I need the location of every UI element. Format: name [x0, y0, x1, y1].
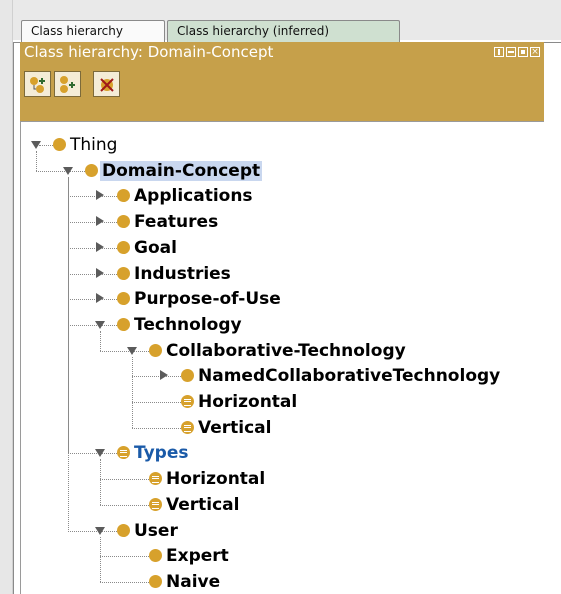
- expanded-toggle-icon[interactable]: [31, 141, 41, 149]
- class-icon: [117, 215, 130, 229]
- collapsed-toggle-icon[interactable]: [96, 241, 104, 252]
- class-icon: [53, 138, 66, 151]
- add-sibling-button[interactable]: [54, 71, 81, 97]
- left-frame-strip: [0, 0, 13, 594]
- class-icon: [117, 240, 130, 254]
- tree-node-label[interactable]: Thing: [70, 135, 117, 155]
- tree-node-label[interactable]: Goal: [134, 238, 177, 258]
- class-icon: [85, 163, 98, 177]
- add-subclass-icon: [30, 77, 45, 93]
- tree-node[interactable]: Types: [21, 441, 541, 465]
- tab-strip: Class hierarchy Class hierarchy (inferre…: [13, 0, 561, 42]
- class-icon: [117, 523, 130, 537]
- collapsed-toggle-icon[interactable]: [96, 293, 104, 304]
- delete-class-icon: [100, 78, 114, 92]
- tree-node-label[interactable]: Applications: [134, 186, 253, 206]
- tree-node-label[interactable]: User: [134, 521, 178, 541]
- tree-node[interactable]: Applications: [21, 184, 541, 208]
- tree-node[interactable]: Vertical: [21, 416, 541, 440]
- class-icon: [149, 343, 162, 357]
- tree-node[interactable]: Technology: [21, 313, 541, 337]
- class-icon: [149, 574, 162, 588]
- view-controls: ×: [494, 47, 540, 58]
- class-tree[interactable]: Thing Domain-Concept Applications Features G…: [20, 121, 544, 594]
- tree-node[interactable]: Naive: [21, 570, 541, 594]
- tree-node[interactable]: Industries: [21, 262, 541, 286]
- add-subclass-button[interactable]: [24, 71, 51, 97]
- tree-node[interactable]: Domain-Concept: [21, 159, 541, 183]
- defined-class-icon: [181, 395, 194, 408]
- tree-node[interactable]: NamedCollaborativeTechnology: [21, 364, 541, 388]
- tree-node-label[interactable]: Horizontal: [166, 469, 265, 489]
- defined-class-icon: [149, 472, 162, 486]
- view-title: Class hierarchy: Domain-Concept: [24, 43, 274, 61]
- class-toolbar: [20, 63, 544, 121]
- collapsed-toggle-icon[interactable]: [96, 190, 104, 201]
- tree-node[interactable]: Goal: [21, 236, 541, 260]
- tab-class-hierarchy[interactable]: Class hierarchy: [21, 20, 165, 42]
- tree-node-label[interactable]: Technology: [134, 315, 242, 335]
- tree-node[interactable]: Horizontal: [21, 467, 541, 491]
- tree-node[interactable]: Horizontal: [21, 390, 541, 414]
- expanded-toggle-icon[interactable]: [95, 320, 105, 329]
- expanded-toggle-icon[interactable]: [127, 346, 137, 355]
- minimize-icon[interactable]: [506, 47, 516, 57]
- tree-node-label[interactable]: NamedCollaborativeTechnology: [198, 366, 500, 386]
- tree-node-label[interactable]: Naive: [166, 572, 220, 592]
- tree-node-label[interactable]: Collaborative-Technology: [166, 341, 406, 361]
- tree-node-label[interactable]: Horizontal: [198, 392, 297, 412]
- collapsed-toggle-icon[interactable]: [96, 216, 104, 227]
- add-sibling-class-icon: [60, 76, 75, 93]
- tree-node-label[interactable]: Purpose-of-Use: [134, 289, 281, 309]
- maximize-icon[interactable]: [518, 47, 528, 57]
- defined-class-icon: [117, 446, 130, 460]
- class-icon: [181, 369, 194, 383]
- view-header: Class hierarchy: Domain-Concept ×: [20, 42, 544, 63]
- class-icon: [117, 266, 130, 280]
- tree-node[interactable]: Thing: [21, 133, 541, 157]
- collapsed-toggle-icon[interactable]: [160, 370, 168, 381]
- close-icon[interactable]: ×: [530, 47, 540, 57]
- class-icon: [149, 549, 162, 563]
- tree-node-label[interactable]: Types: [134, 443, 188, 463]
- expanded-toggle-icon[interactable]: [95, 449, 105, 458]
- defined-class-icon: [181, 420, 194, 434]
- tab-class-hierarchy-inferred[interactable]: Class hierarchy (inferred): [167, 20, 400, 42]
- class-icon: [117, 317, 130, 331]
- defined-class-icon: [149, 497, 162, 511]
- tree-node[interactable]: User: [21, 519, 541, 543]
- tree-node[interactable]: Collaborative-Technology: [21, 339, 541, 363]
- collapsed-toggle-icon[interactable]: [96, 267, 104, 278]
- tree-node-label[interactable]: Industries: [134, 264, 231, 284]
- tree-node[interactable]: Vertical: [21, 493, 541, 517]
- tree-node-label[interactable]: Vertical: [198, 418, 271, 438]
- expanded-toggle-icon[interactable]: [95, 526, 105, 535]
- tree-node[interactable]: Features: [21, 210, 541, 234]
- class-icon: [117, 189, 130, 203]
- tree-node-label[interactable]: Domain-Concept: [100, 160, 263, 181]
- tree-connector-line: [68, 176, 69, 531]
- tree-node-label[interactable]: Vertical: [166, 495, 239, 515]
- tree-node[interactable]: Purpose-of-Use: [21, 287, 541, 311]
- expanded-toggle-icon[interactable]: [63, 166, 73, 175]
- tree-node-label[interactable]: Expert: [166, 546, 229, 566]
- class-icon: [117, 292, 130, 306]
- pin-icon[interactable]: [494, 47, 504, 57]
- delete-class-button[interactable]: [93, 71, 120, 97]
- tree-node[interactable]: Expert: [21, 544, 541, 568]
- tree-node-label[interactable]: Features: [134, 212, 218, 232]
